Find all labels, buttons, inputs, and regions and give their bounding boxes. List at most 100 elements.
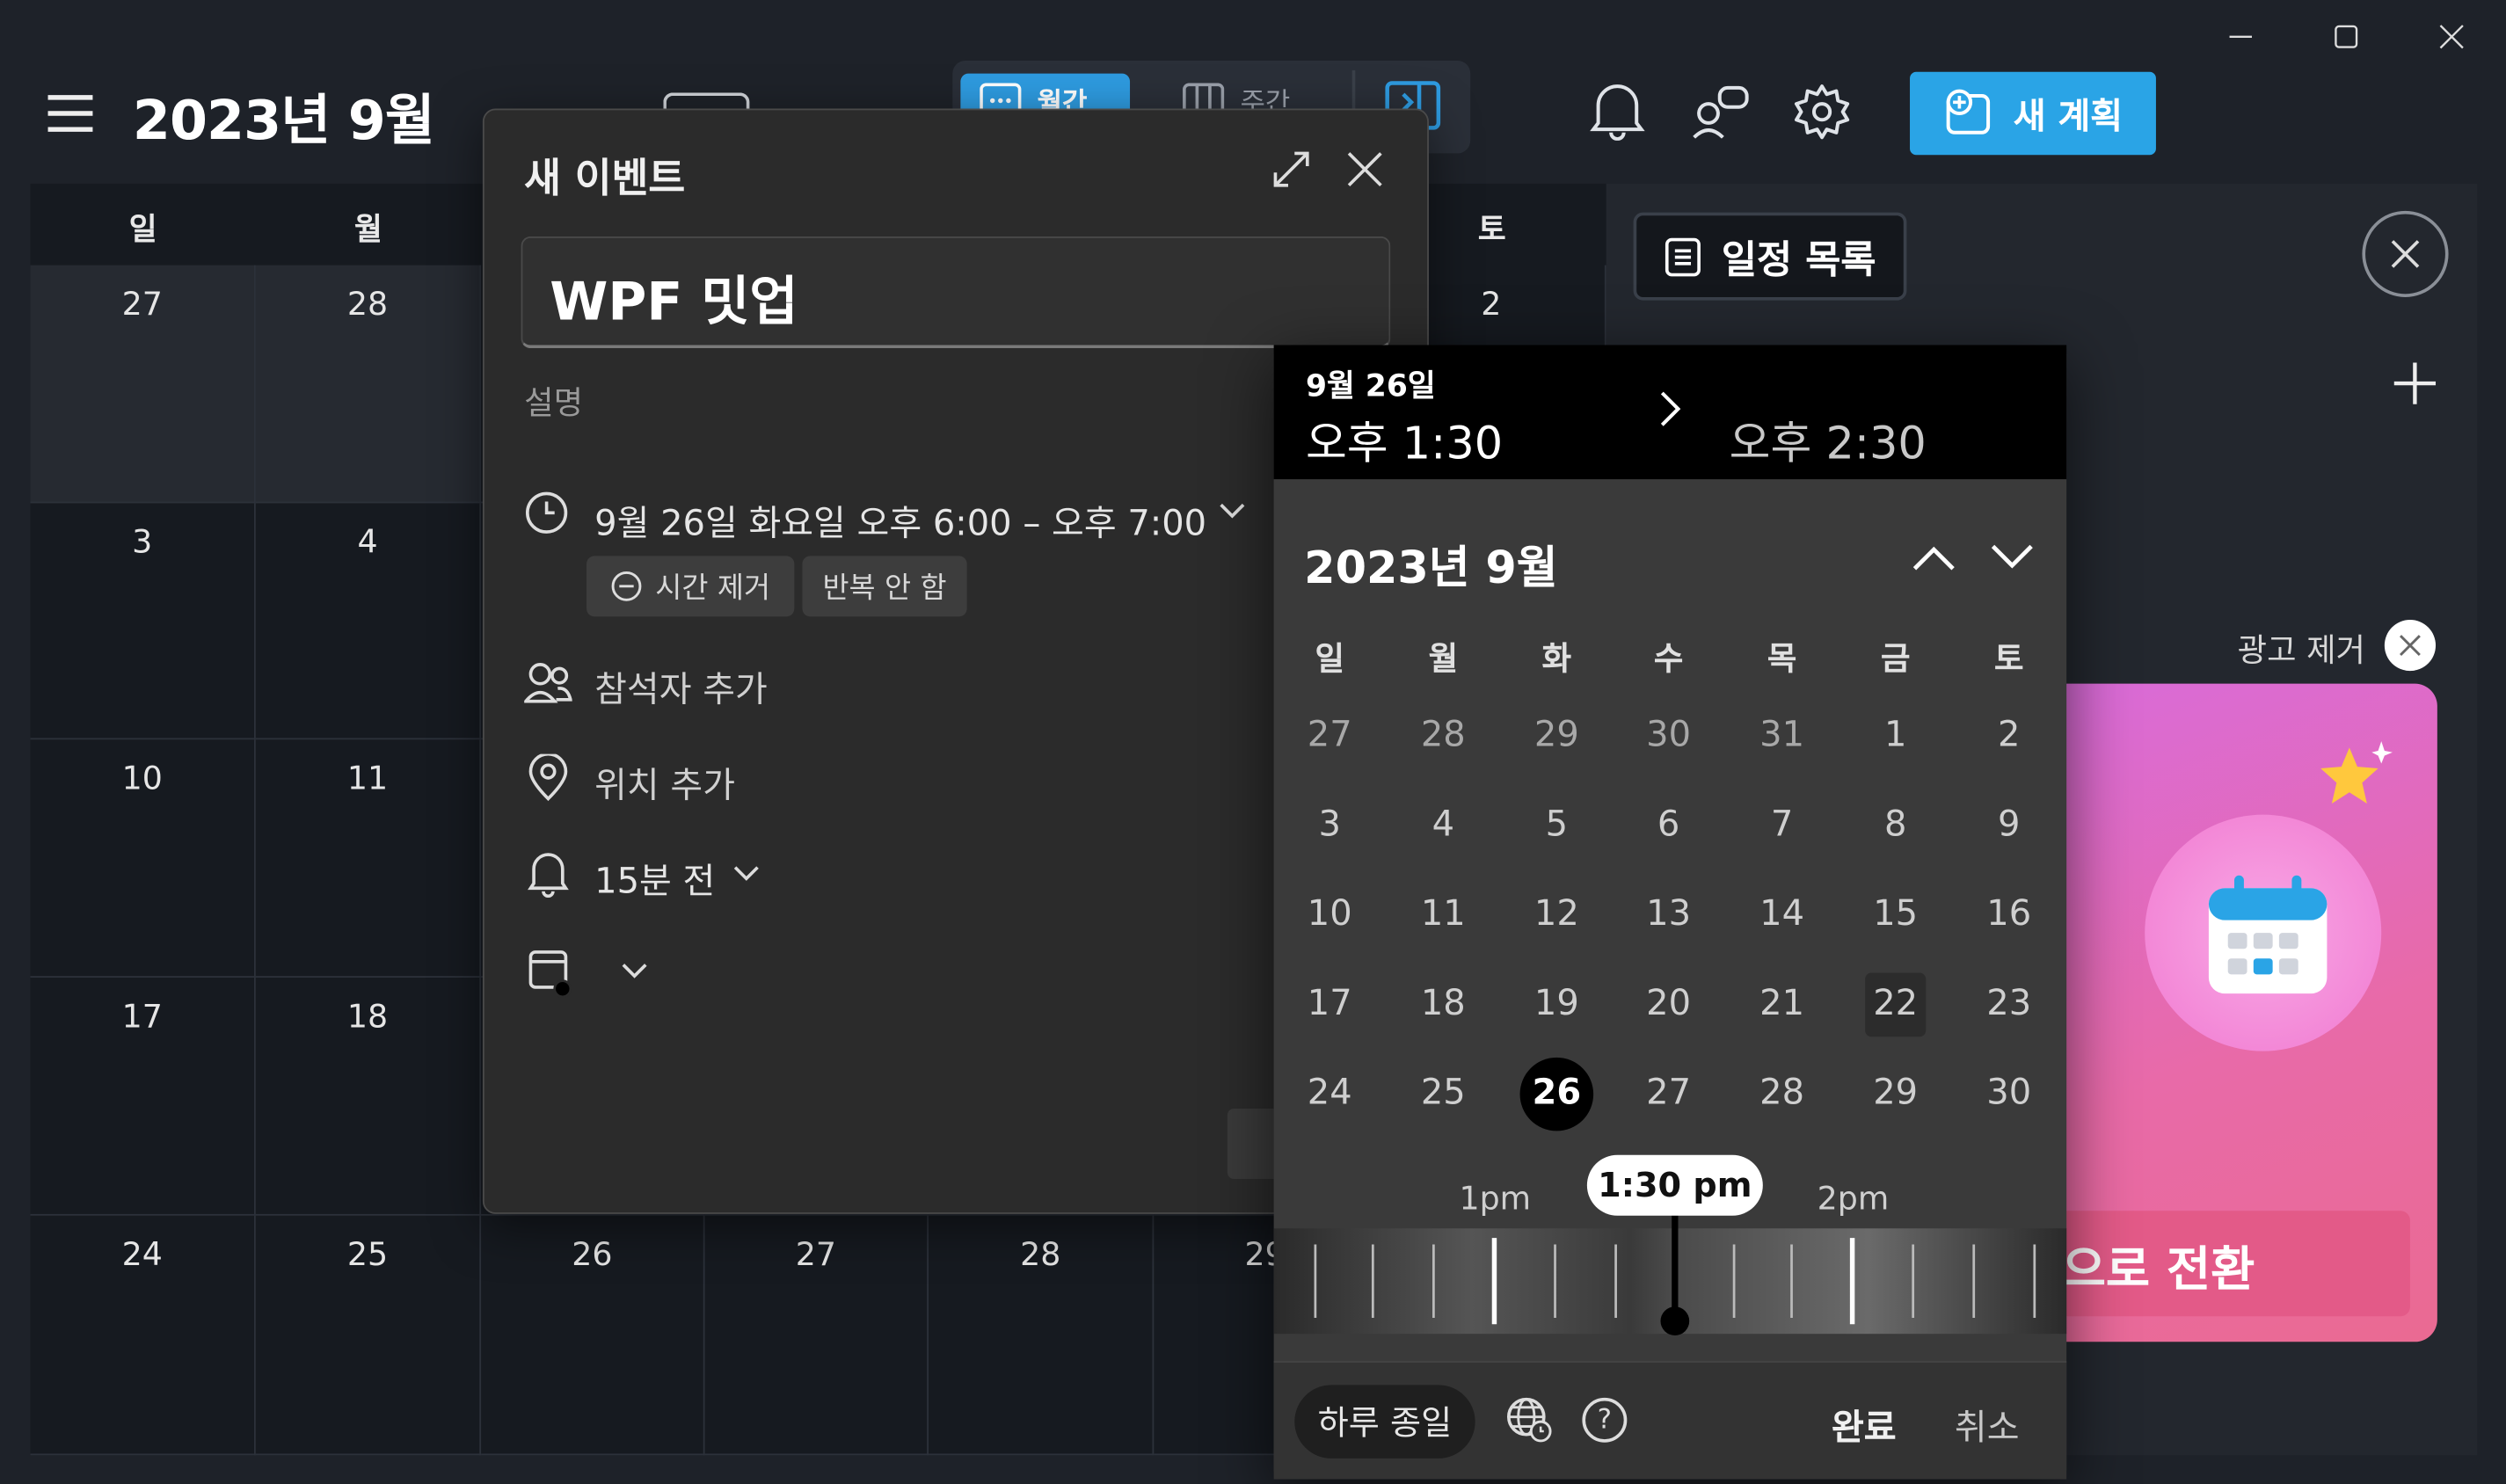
day-cell[interactable]: 26	[481, 1215, 705, 1456]
picker-day[interactable]: 11	[1403, 884, 1483, 948]
event-title-input[interactable]: WPF 밋업	[521, 236, 1391, 349]
close-icon[interactable]	[1345, 150, 1384, 189]
picker-day[interactable]: 6	[1628, 794, 1708, 858]
dialog-title: 새 이벤트	[524, 155, 686, 201]
close-panel-button[interactable]	[2362, 210, 2449, 297]
list-icon	[1664, 236, 1702, 277]
picker-day[interactable]: 17	[1290, 973, 1370, 1037]
slider-handle-dot[interactable]	[1660, 1306, 1690, 1336]
chevron-up-icon[interactable]	[1912, 543, 1956, 572]
picker-day[interactable]: 16	[1969, 884, 2049, 948]
picker-day[interactable]: 29	[1855, 1062, 1935, 1126]
picker-day[interactable]: 25	[1403, 1062, 1483, 1126]
picker-day[interactable]: 20	[1628, 973, 1708, 1037]
save-button-edge[interactable]	[1227, 1108, 1276, 1179]
picker-day[interactable]: 30	[1969, 1062, 2049, 1126]
picker-day[interactable]: 7	[1742, 794, 1822, 858]
remove-ad-label[interactable]: 광고 제거	[2238, 624, 2365, 671]
chevron-down-icon[interactable]	[1218, 502, 1247, 521]
picker-day[interactable]: 5	[1517, 794, 1597, 858]
chevron-down-month-icon[interactable]	[1990, 543, 2035, 572]
help-icon[interactable]: ?	[1582, 1397, 1628, 1443]
slider-handle-line[interactable]	[1672, 1207, 1679, 1317]
add-icon[interactable]	[2393, 361, 2437, 406]
picker-day[interactable]: 27	[1290, 704, 1370, 768]
minus-circle-icon	[610, 571, 642, 602]
picker-day[interactable]: 13	[1628, 884, 1708, 948]
picker-day[interactable]: 2	[1969, 704, 2049, 768]
picker-day[interactable]: 8	[1855, 794, 1935, 858]
picker-day[interactable]: 12	[1517, 884, 1597, 948]
day-cell[interactable]: 10	[30, 739, 256, 978]
calendar-chevron-icon[interactable]	[620, 962, 649, 981]
picker-day[interactable]: 31	[1742, 704, 1822, 768]
bell-icon[interactable]	[1589, 80, 1646, 141]
globe-icon[interactable]	[1505, 1396, 1554, 1444]
day-cell[interactable]: 4	[255, 503, 482, 740]
description-field[interactable]: 설명	[524, 377, 583, 424]
day-cell[interactable]: 17	[30, 978, 256, 1216]
picker-day[interactable]: 9	[1969, 794, 2049, 858]
picker-day[interactable]: 28	[1742, 1062, 1822, 1126]
gear-icon[interactable]	[1793, 83, 1850, 140]
picker-weekday: 토	[1993, 638, 2024, 678]
picker-day[interactable]: 18	[1403, 973, 1483, 1037]
picker-day[interactable]: 29	[1517, 704, 1597, 768]
expand-icon[interactable]	[1269, 147, 1314, 192]
ad-switch-button[interactable]: 으로 전환	[2061, 1211, 2410, 1317]
remove-ad-close-icon[interactable]	[2384, 619, 2437, 672]
picker-day[interactable]: 19	[1517, 973, 1597, 1037]
minimize-button[interactable]	[2209, 13, 2273, 62]
picker-end-time[interactable]: 오후 2:30	[1730, 409, 1927, 473]
picker-day-today[interactable]: 22	[1865, 972, 1927, 1037]
add-location-field[interactable]: 위치 추가	[594, 757, 735, 808]
calendar-color-icon[interactable]	[528, 949, 576, 1000]
close-window-button[interactable]	[2420, 13, 2484, 62]
cancel-button[interactable]: 취소	[1955, 1400, 2020, 1451]
hamburger-menu-icon[interactable]	[45, 91, 96, 136]
picker-day[interactable]: 30	[1628, 704, 1708, 768]
remove-time-button[interactable]: 시간 제거	[586, 556, 795, 617]
picker-day-selected[interactable]: 26	[1519, 1057, 1594, 1131]
picker-weekday: 화	[1541, 638, 1572, 678]
picker-start-time[interactable]: 오후 1:30	[1306, 409, 1503, 473]
day-cell[interactable]: 3	[30, 503, 256, 740]
maximize-button[interactable]	[2314, 13, 2379, 62]
day-cell[interactable]: 24	[30, 1215, 256, 1456]
picker-day[interactable]: 21	[1742, 973, 1822, 1037]
day-cell[interactable]: 27	[30, 265, 256, 504]
picker-day[interactable]: 1	[1855, 704, 1935, 768]
new-plan-button[interactable]: 새 계획	[1910, 71, 2156, 156]
picker-day[interactable]: 3	[1290, 794, 1370, 858]
day-cell[interactable]: 25	[255, 1215, 482, 1456]
calendar-illustration-icon	[2203, 872, 2334, 1003]
datetime-range[interactable]: 9월 26일 화요일 오후 6:00 – 오후 7:00	[594, 495, 1206, 546]
add-attendee-field[interactable]: 참석자 추가	[594, 661, 768, 712]
picker-day[interactable]: 23	[1969, 973, 2049, 1037]
slider-time-bubble: 1:30 pm	[1586, 1154, 1763, 1216]
day-cell[interactable]: 18	[255, 978, 482, 1216]
picker-day[interactable]: 28	[1403, 704, 1483, 768]
repeat-button[interactable]: 반복 안 함	[802, 556, 967, 617]
picker-weekday: 월	[1428, 638, 1459, 678]
reminder-value[interactable]: 15분 전	[594, 853, 715, 904]
all-day-toggle[interactable]: 하루 종일	[1294, 1385, 1475, 1459]
picker-day[interactable]: 24	[1290, 1062, 1370, 1126]
picker-day[interactable]: 10	[1290, 884, 1370, 948]
day-cell[interactable]: 28	[929, 1215, 1155, 1456]
day-cell[interactable]: 11	[255, 739, 482, 978]
picker-day[interactable]: 4	[1403, 794, 1483, 858]
done-button[interactable]: 완료	[1832, 1400, 1897, 1451]
picker-day[interactable]: 27	[1628, 1062, 1708, 1126]
picker-date: 9월 26일	[1305, 368, 1436, 404]
chat-icon[interactable]	[1691, 83, 1752, 140]
reminder-chevron-icon[interactable]	[732, 864, 761, 884]
schedule-list-button[interactable]: 일정 목록	[1633, 212, 1907, 301]
picker-day[interactable]: 15	[1855, 884, 1935, 948]
day-cell[interactable]: 27	[704, 1215, 929, 1456]
tick-label-1pm: 1pm	[1459, 1178, 1532, 1218]
picker-day[interactable]: 14	[1742, 884, 1822, 948]
ad-banner[interactable]: 으로 전환	[2061, 683, 2437, 1342]
new-plan-label: 새 계획	[2013, 97, 2124, 138]
day-cell[interactable]: 28	[255, 265, 482, 504]
